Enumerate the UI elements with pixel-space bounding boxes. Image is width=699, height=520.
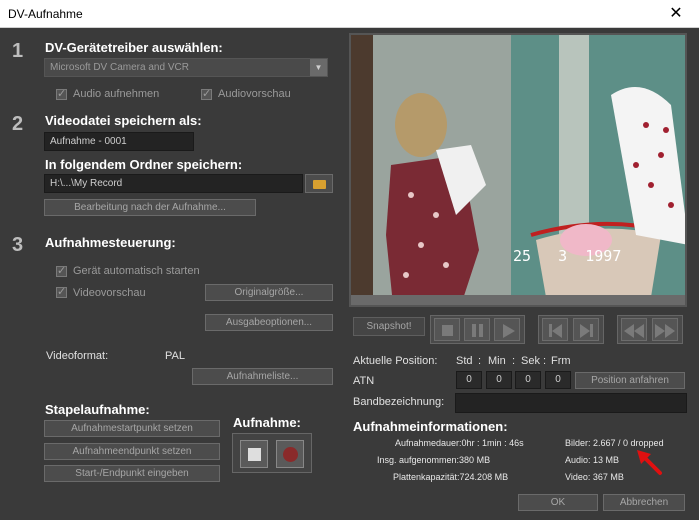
set-start-point-button[interactable]: Aufnahmestartpunkt setzen: [44, 420, 220, 437]
original-size-button[interactable]: Originalgröße...: [205, 284, 333, 301]
pause-button[interactable]: [464, 318, 490, 341]
driver-dropdown[interactable]: Microsoft DV Camera and VCR ▼: [44, 58, 328, 77]
video-preview-checkbox[interactable]: [56, 285, 67, 298]
step-number-1: 1: [12, 40, 24, 62]
step-number-3: 3: [12, 234, 24, 256]
driver-dropdown-value: Microsoft DV Camera and VCR: [50, 62, 189, 73]
goto-position-button[interactable]: Position anfahren: [575, 372, 685, 389]
output-options-button[interactable]: Ausgabeoptionen...: [205, 314, 333, 331]
video-preview-label: Videovorschau: [73, 287, 146, 299]
snapshot-button[interactable]: Snapshot!: [353, 317, 425, 336]
folder-icon: [312, 180, 326, 189]
video-size: Video: 367 MB: [565, 472, 624, 482]
play-button[interactable]: [494, 318, 520, 341]
skip-forward-icon: [580, 324, 590, 338]
driver-heading: DV-Gerätetreiber auswählen:: [45, 40, 223, 55]
audio-record-checkbox[interactable]: [56, 87, 67, 100]
auto-start-label: Gerät automatisch starten: [73, 265, 200, 277]
skip-controls: [538, 315, 604, 344]
capture-info-heading: Aufnahmeinformationen:: [353, 419, 508, 434]
seconds-field[interactable]: 0: [515, 371, 541, 389]
unit-hours: Std: [456, 355, 473, 367]
audio-preview-label: Audiovorschau: [218, 88, 291, 100]
video-format-label: Videoformat:: [46, 350, 109, 362]
chevron-down-icon[interactable]: ▼: [310, 59, 327, 76]
ok-button[interactable]: OK: [518, 494, 598, 511]
recording-controls: [232, 433, 312, 473]
unit-separator: :: [543, 355, 547, 367]
tape-name-input[interactable]: [455, 393, 687, 413]
record-button[interactable]: [276, 440, 304, 468]
audio-size: Audio: 13 MB: [565, 455, 620, 465]
capture-duration: Aufnahmedauer:0hr : 1min : 46s: [395, 438, 524, 448]
current-position-label: Aktuelle Position:: [353, 355, 438, 367]
unit-minutes: Min: [488, 355, 506, 367]
audio-preview-checkbox[interactable]: [201, 87, 212, 100]
minutes-field[interactable]: 0: [486, 371, 512, 389]
step-number-2: 2: [12, 113, 24, 135]
video-format-value: PAL: [165, 350, 185, 362]
transport-controls: [430, 315, 525, 344]
pause-icon: [472, 324, 476, 337]
filename-input[interactable]: Aufnahme - 0001: [44, 132, 194, 151]
set-end-point-button[interactable]: Aufnahmeendpunkt setzen: [44, 443, 220, 460]
close-icon[interactable]: ✕: [653, 0, 699, 28]
unit-separator: :: [478, 355, 482, 367]
record-stop-button[interactable]: [240, 440, 268, 468]
window-title: DV-Aufnahme: [8, 7, 83, 21]
auto-start-checkbox[interactable]: [56, 264, 67, 277]
date-overlay: 25 3 1997: [513, 247, 622, 265]
skip-back-button[interactable]: [542, 318, 568, 341]
capture-list-button[interactable]: Aufnahmeliste...: [192, 368, 333, 385]
video-preview: 25 3 1997: [349, 33, 687, 307]
stop-button[interactable]: [434, 318, 460, 341]
unit-separator: :: [512, 355, 516, 367]
unit-seconds: Sek: [521, 355, 540, 367]
skip-forward-button[interactable]: [573, 318, 599, 341]
atn-label: ATN: [353, 375, 375, 387]
post-edit-button[interactable]: Bearbeitung nach der Aufnahme...: [44, 199, 256, 216]
record-icon: [283, 447, 298, 462]
save-as-heading: Videodatei speichern als:: [45, 113, 202, 128]
pause-icon-bar: [479, 324, 483, 337]
fast-forward-icon: [655, 324, 665, 338]
cancel-button[interactable]: Abbrechen: [603, 494, 685, 511]
disk-capacity: Plattenkapazität:724.208 MB: [393, 472, 509, 482]
capture-control-heading: Aufnahmesteuerung:: [45, 235, 176, 250]
annotation-arrow-icon: [637, 450, 662, 475]
rewind-button[interactable]: [621, 318, 647, 341]
rewind-icon: [624, 324, 634, 338]
folder-heading: In folgendem Ordner speichern:: [45, 157, 243, 172]
folder-input[interactable]: H:\...\My Record: [44, 174, 303, 193]
stop-icon: [248, 448, 261, 461]
audio-record-label: Audio aufnehmen: [73, 88, 160, 100]
video-frame-image: [351, 35, 685, 305]
frames-field[interactable]: 0: [545, 371, 571, 389]
total-recorded: Insg. aufgenommen:380 MB: [377, 455, 491, 465]
batch-heading: Stapelaufnahme:: [45, 402, 150, 417]
recording-heading: Aufnahme:: [233, 415, 301, 430]
play-icon: [503, 324, 515, 338]
browse-folder-button[interactable]: [305, 174, 333, 193]
fast-forward-button[interactable]: [652, 318, 678, 341]
stop-icon: [442, 325, 453, 336]
enter-points-button[interactable]: Start-/Endpunkt eingeben: [44, 465, 220, 482]
hours-field[interactable]: 0: [456, 371, 482, 389]
tape-name-label: Bandbezeichnung:: [353, 396, 445, 408]
seek-controls: [617, 315, 683, 344]
unit-frames: Frm: [551, 355, 571, 367]
title-bar: DV-Aufnahme ✕: [0, 0, 699, 28]
